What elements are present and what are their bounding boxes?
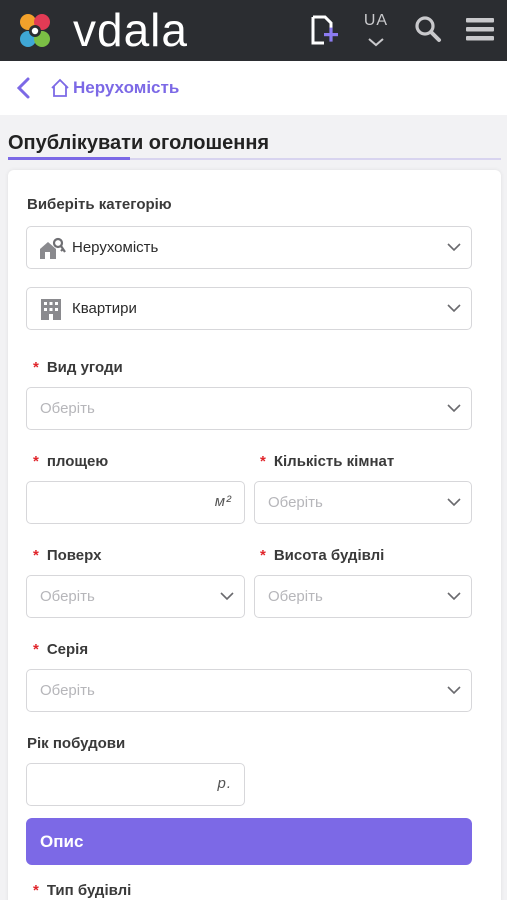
deal-type-select[interactable]: Оберіть: [26, 387, 472, 430]
rooms-select[interactable]: Оберіть: [254, 481, 472, 524]
area-input[interactable]: м²: [26, 481, 245, 524]
subcategory-value: Квартири: [72, 300, 137, 317]
search-icon[interactable]: [414, 14, 442, 44]
chevron-down-icon: [447, 498, 461, 507]
title-underline: [8, 157, 130, 160]
page-title: Опублікувати оголошення: [8, 132, 270, 154]
build-year-label: Рік побудови: [27, 735, 126, 752]
area-label: * площею: [33, 453, 109, 470]
floor-select[interactable]: Оберіть: [26, 575, 245, 618]
required-mark: *: [260, 453, 266, 470]
required-mark: *: [260, 547, 266, 564]
series-placeholder: Оберіть: [40, 682, 95, 699]
area-unit: м²: [214, 493, 232, 510]
chevron-down-icon: [220, 592, 234, 601]
required-mark: *: [33, 641, 39, 658]
chevron-down-icon: [368, 38, 384, 47]
floor-label: * Поверх: [33, 547, 102, 564]
required-mark: *: [33, 882, 39, 899]
series-label: * Серія: [33, 641, 89, 658]
chevron-down-icon: [447, 304, 461, 313]
required-mark: *: [33, 547, 39, 564]
menu-icon[interactable]: [465, 14, 495, 44]
chevron-down-icon: [447, 243, 461, 252]
chevron-down-icon: [447, 404, 461, 413]
required-mark: *: [33, 359, 39, 376]
category-value: Нерухомість: [72, 239, 159, 256]
chevron-down-icon: [447, 686, 461, 695]
build-year-input[interactable]: р.: [26, 763, 245, 806]
floor-placeholder: Оберіть: [40, 588, 95, 605]
deal-type-placeholder: Оберіть: [40, 400, 95, 417]
add-listing-icon[interactable]: [310, 14, 340, 46]
chevron-down-icon: [447, 592, 461, 601]
category-label: Виберіть категорію: [27, 196, 172, 213]
home-icon: [51, 78, 69, 97]
language-label: UA: [363, 12, 389, 29]
breadcrumb: Нерухомість: [0, 61, 507, 115]
series-select[interactable]: Оберіть: [26, 669, 472, 712]
rooms-label: * Кількість кімнат: [260, 453, 395, 470]
description-button[interactable]: Опис: [26, 818, 472, 865]
rooms-placeholder: Оберіть: [268, 494, 323, 511]
brand-name[interactable]: vdala: [73, 4, 188, 56]
language-switcher[interactable]: UA: [358, 12, 394, 52]
back-arrow-icon[interactable]: [14, 76, 32, 100]
apartment-building-icon: [41, 299, 61, 320]
required-mark: *: [33, 453, 39, 470]
building-height-placeholder: Оберіть: [268, 588, 323, 605]
building-height-select[interactable]: Оберіть: [254, 575, 472, 618]
building-type-label: * Тип будівлі: [33, 882, 132, 899]
logo-icon[interactable]: [14, 10, 56, 52]
building-height-label: * Висота будівлі: [260, 547, 385, 564]
deal-type-label: * Вид угоди: [33, 359, 123, 376]
top-bar: vdala UA: [0, 0, 507, 61]
category-select[interactable]: Нерухомість: [26, 226, 472, 269]
subcategory-select[interactable]: Квартири: [26, 287, 472, 330]
breadcrumb-link[interactable]: Нерухомість: [73, 78, 179, 98]
real-estate-icon: [40, 237, 66, 259]
build-year-unit: р.: [217, 775, 232, 792]
